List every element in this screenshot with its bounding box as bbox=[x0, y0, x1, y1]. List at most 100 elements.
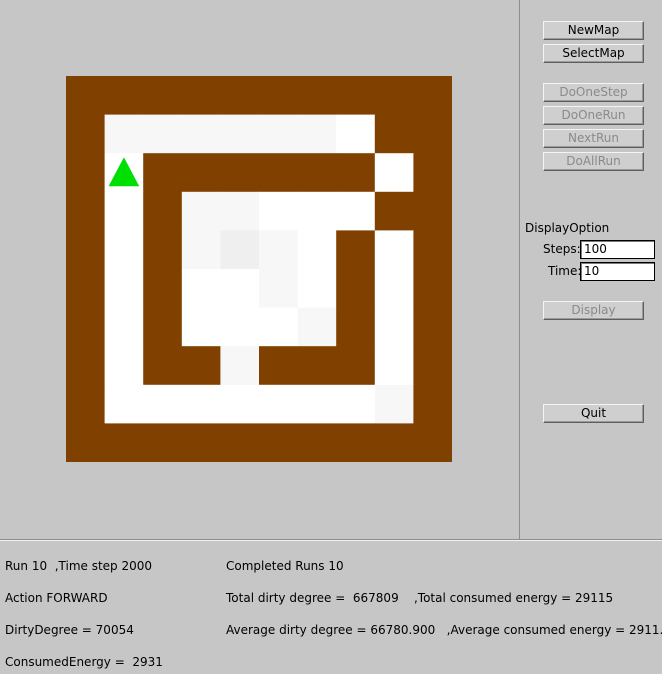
floor-cell bbox=[104, 269, 144, 309]
floor-cell bbox=[374, 153, 414, 193]
floor-cell bbox=[181, 384, 221, 424]
new-map-button[interactable]: NewMap bbox=[543, 21, 644, 40]
total-status: Total dirty degree = 667809 ,Total consu… bbox=[226, 591, 614, 605]
wall-cell bbox=[297, 76, 337, 116]
floor-cell bbox=[181, 269, 221, 309]
floor-cell bbox=[259, 230, 299, 270]
run-status: Run 10 ,Time step 2000 bbox=[5, 559, 153, 573]
wall-cell bbox=[66, 114, 106, 154]
wall-cell bbox=[66, 384, 106, 424]
wall-cell bbox=[413, 307, 452, 347]
floor-cell bbox=[220, 346, 260, 386]
floor-cell bbox=[336, 191, 376, 231]
wall-cell bbox=[181, 76, 221, 116]
floor-cell bbox=[336, 384, 376, 424]
wall-cell bbox=[220, 153, 260, 193]
floor-cell bbox=[259, 191, 299, 231]
time-field[interactable]: 10 bbox=[580, 262, 655, 281]
floor-cell bbox=[220, 114, 260, 154]
wall-cell bbox=[297, 423, 337, 462]
status-panel: Run 10 ,Time step 2000 Action FORWARD Di… bbox=[0, 541, 662, 674]
wall-cell bbox=[259, 346, 299, 386]
wall-cell bbox=[413, 114, 452, 154]
floor-cell bbox=[220, 307, 260, 347]
completed-runs-status: Completed Runs 10 bbox=[226, 559, 344, 573]
do-all-run-button[interactable]: DoAllRun bbox=[543, 152, 644, 171]
wall-cell bbox=[259, 76, 299, 116]
wall-cell bbox=[104, 423, 144, 462]
floor-cell bbox=[259, 384, 299, 424]
next-run-button[interactable]: NextRun bbox=[543, 129, 644, 148]
floor-cell bbox=[374, 346, 414, 386]
floor-cell bbox=[220, 230, 260, 270]
floor-cell bbox=[374, 307, 414, 347]
wall-cell bbox=[297, 346, 337, 386]
wall-cell bbox=[336, 423, 376, 462]
do-one-run-button[interactable]: DoOneRun bbox=[543, 106, 644, 125]
wall-cell bbox=[66, 423, 106, 462]
wall-cell bbox=[181, 346, 221, 386]
wall-cell bbox=[66, 153, 106, 193]
floor-cell bbox=[220, 384, 260, 424]
wall-cell bbox=[413, 346, 452, 386]
floor-cell bbox=[336, 114, 376, 154]
floor-cell bbox=[374, 269, 414, 309]
wall-cell bbox=[104, 76, 144, 116]
wall-cell bbox=[374, 423, 414, 462]
action-status: Action FORWARD bbox=[5, 591, 108, 605]
floor-cell bbox=[297, 230, 337, 270]
wall-cell bbox=[413, 230, 452, 270]
floor-cell bbox=[104, 114, 144, 154]
wall-cell bbox=[143, 269, 183, 309]
wall-cell bbox=[374, 76, 414, 116]
wall-cell bbox=[336, 307, 376, 347]
do-one-step-button[interactable]: DoOneStep bbox=[543, 83, 644, 102]
time-label: Time: bbox=[548, 264, 582, 278]
wall-cell bbox=[374, 191, 414, 231]
floor-cell bbox=[297, 307, 337, 347]
wall-cell bbox=[181, 153, 221, 193]
wall-cell bbox=[66, 230, 106, 270]
display-button[interactable]: Display bbox=[543, 301, 644, 320]
map-panel bbox=[0, 0, 519, 539]
floor-cell bbox=[297, 384, 337, 424]
wall-cell bbox=[297, 153, 337, 193]
wall-cell bbox=[143, 423, 183, 462]
floor-cell bbox=[374, 384, 414, 424]
maze-grid bbox=[66, 76, 452, 462]
floor-cell bbox=[181, 191, 221, 231]
wall-cell bbox=[143, 191, 183, 231]
floor-cell bbox=[104, 346, 144, 386]
average-status: Average dirty degree = 66780.900 ,Averag… bbox=[226, 623, 662, 637]
wall-cell bbox=[413, 269, 452, 309]
wall-cell bbox=[259, 423, 299, 462]
consumed-energy-status: ConsumedEnergy = 2931 bbox=[5, 655, 163, 669]
wall-cell bbox=[413, 153, 452, 193]
steps-field[interactable]: 100 bbox=[580, 240, 655, 259]
floor-cell bbox=[104, 230, 144, 270]
floor-cell bbox=[374, 230, 414, 270]
steps-label: Steps: bbox=[543, 242, 581, 256]
wall-cell bbox=[413, 423, 452, 462]
wall-cell bbox=[413, 384, 452, 424]
wall-cell bbox=[143, 346, 183, 386]
wall-cell bbox=[336, 269, 376, 309]
display-option-label: DisplayOption bbox=[525, 221, 610, 235]
wall-cell bbox=[259, 153, 299, 193]
wall-cell bbox=[143, 307, 183, 347]
select-map-button[interactable]: SelectMap bbox=[543, 44, 644, 63]
wall-cell bbox=[336, 230, 376, 270]
floor-cell bbox=[104, 384, 144, 424]
quit-button[interactable]: Quit bbox=[543, 404, 644, 423]
floor-cell bbox=[181, 230, 221, 270]
floor-cell bbox=[220, 191, 260, 231]
wall-cell bbox=[181, 423, 221, 462]
floor-cell bbox=[259, 307, 299, 347]
floor-cell bbox=[104, 191, 144, 231]
floor-cell bbox=[181, 114, 221, 154]
wall-cell bbox=[336, 346, 376, 386]
wall-cell bbox=[336, 76, 376, 116]
wall-cell bbox=[66, 269, 106, 309]
floor-cell bbox=[104, 307, 144, 347]
wall-cell bbox=[66, 307, 106, 347]
